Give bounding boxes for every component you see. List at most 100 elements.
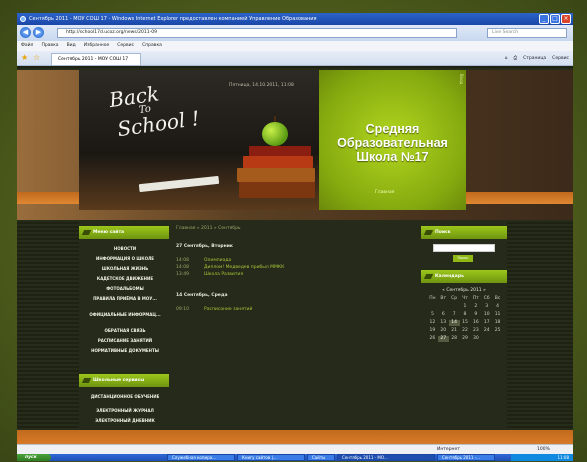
calendar-weekday: Пн [429, 296, 436, 301]
breadcrumb[interactable]: Главная » 2011 » Сентябрь [176, 226, 241, 231]
side-label: Вход [459, 74, 464, 85]
services-menu-item[interactable]: ЭЛЕКТРОННЫЙ ДНЕВНИК [81, 418, 169, 423]
calendar-day[interactable]: 14 [448, 320, 460, 326]
calendar-day[interactable]: 20 [438, 328, 449, 334]
news-link[interactable]: Олимпиада [204, 258, 231, 263]
add-favorites-icon[interactable]: ☆ [33, 54, 41, 62]
back-icon[interactable]: ◀ [20, 27, 31, 38]
calendar-weekday: Вт [440, 296, 447, 301]
menu-item[interactable]: Вид [67, 41, 76, 51]
sidebar-menu-item[interactable]: ОФИЦИАЛЬНЫЕ ИНФОРМАЦ... [81, 312, 169, 317]
calendar-day[interactable]: 25 [492, 328, 503, 334]
minimize-button[interactable]: _ [539, 14, 549, 24]
calendar-day[interactable]: 28 [449, 336, 460, 342]
calendar-day[interactable]: 8 [460, 312, 471, 318]
calendar-day[interactable]: 19 [427, 328, 438, 334]
calendar-day[interactable]: 18 [492, 320, 503, 326]
tab-tools: ⌂ ⎙ Страница Сервис [505, 53, 569, 64]
page-menu[interactable]: Страница [523, 53, 546, 64]
calendar-day[interactable]: 15 [460, 320, 471, 326]
site-search-button[interactable]: Поиск [453, 255, 473, 262]
calendar-day[interactable]: 27 [437, 336, 449, 342]
close-button[interactable]: × [561, 14, 571, 24]
menu-item[interactable]: Справка [142, 41, 162, 51]
search-input[interactable]: Live Search [487, 28, 567, 38]
sidebar-menu-item[interactable]: ИНФОРМАЦИЯ О ШКОЛЕ [81, 256, 169, 261]
maximize-button[interactable]: □ [550, 14, 560, 24]
sidebar-menu-item[interactable]: РАСПИСАНИЕ ЗАНЯТИЙ [81, 338, 169, 343]
chalk-sticks-icon [138, 175, 220, 193]
calendar-day[interactable]: 3 [481, 304, 492, 310]
news-time: 14:08 [176, 265, 189, 270]
taskbar-task[interactable]: Служебная копира... [167, 454, 235, 461]
calendar-day[interactable]: 12 [427, 320, 438, 326]
menu-item[interactable]: Правка [41, 41, 58, 51]
calendar-day[interactable]: 11 [492, 312, 503, 318]
address-input[interactable]: http://school17d.ucoz.org/news/2011-09 [57, 28, 457, 38]
menu-item[interactable]: Избранное [84, 41, 110, 51]
calendar-day [449, 304, 460, 310]
services-menu-item[interactable]: ЭЛЕКТРОННЫЙ ЖУРНАЛ [81, 408, 169, 413]
menu-item[interactable]: Файл [21, 41, 33, 51]
sidebar-menu-item[interactable]: КАДЕТСКОЕ ДВИЖЕНИЕ [81, 276, 169, 281]
home-link[interactable]: Главная [375, 190, 394, 195]
ie-icon [20, 16, 26, 22]
taskbar-task[interactable]: Сентябрь 2011 - МО... [337, 454, 435, 461]
calendar-day[interactable]: 10 [481, 312, 492, 318]
window-controls: _ □ × [539, 14, 571, 24]
services-menu-item[interactable]: ДИСТАНЦИОННОЕ ОБУЧЕНИЕ [81, 394, 169, 399]
calendar-day[interactable]: 30 [470, 336, 481, 342]
tools-menu[interactable]: Сервис [552, 53, 569, 64]
taskbar-task[interactable]: Сайты [307, 454, 335, 461]
browser-tab[interactable]: Сентябрь 2011 - МОУ СОШ 17 [51, 53, 141, 65]
taskbar-task[interactable]: Книгу сайтов |... [237, 454, 305, 461]
site-search-input[interactable] [433, 244, 495, 252]
calendar-day [438, 304, 449, 310]
news-link[interactable]: Расписание занятий [204, 307, 252, 312]
calendar-day[interactable]: 21 [449, 328, 460, 334]
calendar-day[interactable]: 29 [460, 336, 471, 342]
calendar-day [481, 336, 492, 342]
news-link[interactable]: Диплом! Медведев прибыл ММКК [204, 265, 284, 270]
menu-item[interactable]: Сервис [117, 41, 134, 51]
sidebar-menu-item[interactable]: ШКОЛЬНАЯ ЖИЗНЬ [81, 266, 169, 271]
home-icon[interactable]: ⌂ [505, 53, 508, 64]
calendar-day[interactable]: 9 [470, 312, 481, 318]
main-column: Главная » 2011 » Сентябрь 27 Сентябрь, В… [174, 222, 418, 444]
favorites-star-icon[interactable]: ★ [21, 54, 29, 62]
calendar-day[interactable]: 26 [427, 336, 438, 342]
calendar-day[interactable]: 23 [470, 328, 481, 334]
print-icon[interactable]: ⎙ [513, 53, 517, 64]
calendar-day[interactable]: 4 [492, 304, 503, 310]
zoom-level[interactable]: 100% [537, 445, 550, 454]
system-tray-clock: 11:08 [511, 454, 573, 461]
sidebar-menu-item[interactable]: НОВОСТИ [81, 246, 169, 251]
calendar-day[interactable]: 17 [481, 320, 492, 326]
news-day-heading: 14 Сентябрь, Среда [176, 293, 228, 298]
search-block-title: Поиск [421, 226, 507, 239]
sidebar-menu-item[interactable]: ОБРАТНАЯ СВЯЗЬ [81, 328, 169, 333]
calendar-day[interactable]: 6 [438, 312, 449, 318]
calendar-month[interactable]: « Сентябрь 2011 » [421, 288, 507, 293]
calendar-day[interactable]: 24 [481, 328, 492, 334]
calendar-day[interactable]: 7 [449, 312, 460, 318]
calendar-day[interactable]: 13 [438, 320, 449, 326]
calendar-day[interactable]: 16 [470, 320, 481, 326]
forward-icon[interactable]: ▶ [33, 27, 44, 38]
news-link[interactable]: Школа Развития [204, 272, 243, 277]
calendar-day[interactable]: 2 [470, 304, 481, 310]
window-title-bar: Сентябрь 2011 - МОУ СОШ 17 - Windows Int… [17, 13, 573, 25]
calendar-day[interactable]: 5 [427, 312, 438, 318]
calendar-day[interactable]: 1 [460, 304, 471, 310]
sidebar-menu-item[interactable]: ФОТОАЛЬБОМЫ [81, 286, 169, 291]
calendar-day[interactable]: 22 [460, 328, 471, 334]
hero-image: Back To School ! Пятница, 14.10.2011, 11… [79, 70, 319, 210]
sidebar-menu-item[interactable]: ПРАВИЛА ПРИЁМА В МОУ... [81, 296, 169, 301]
menu-block-title: Меню сайта [79, 226, 169, 239]
book-icon [243, 156, 313, 168]
start-button[interactable]: пуск [17, 454, 51, 461]
status-bar: Интернет 100% [17, 444, 573, 454]
sidebar-menu-item[interactable]: НОРМАТИВНЫЕ ДОКУМЕНТЫ [81, 348, 169, 353]
taskbar-task[interactable]: Сентябрь 2011 -... [437, 454, 495, 461]
current-datetime: Пятница, 14.10.2011, 11:08 [229, 83, 294, 88]
